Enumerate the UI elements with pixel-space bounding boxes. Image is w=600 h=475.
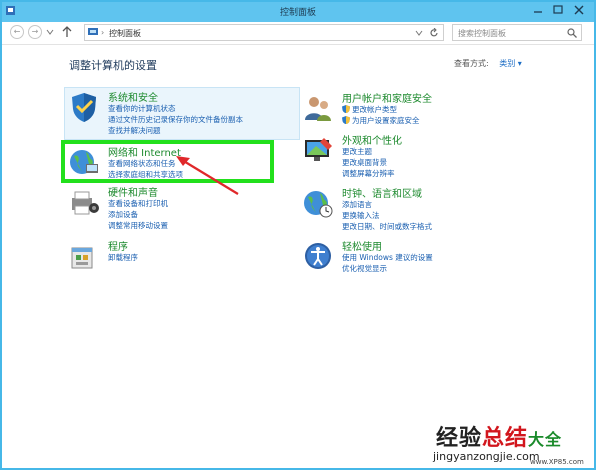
- category-link[interactable]: 优化视觉显示: [342, 263, 387, 274]
- watermark: 经验总结大全: [436, 420, 562, 452]
- category-link[interactable]: 使用 Windows 建议的设置: [342, 252, 433, 263]
- category-link[interactable]: 查看设备和打印机: [108, 198, 168, 209]
- uac-shield-icon: [342, 105, 350, 113]
- maximize-button[interactable]: [550, 3, 566, 17]
- category-title[interactable]: 用户帐户和家庭安全: [342, 90, 432, 105]
- title-bar[interactable]: 控制面板: [2, 2, 594, 22]
- control-panel-window: 控制面板 ← → › 控制面板 搜索控制面板 调整计算机的设置 查看方式: 类别…: [0, 0, 596, 470]
- category-appearance: 外观和个性化 更改主题 更改桌面背景 调整屏幕分辨率: [302, 132, 502, 179]
- category-programs: 程序 卸载程序: [68, 238, 278, 272]
- watermark-text: 总结: [482, 426, 529, 451]
- category-clock-language: 时钟、语言和区域 添加语言 更换输入法 更改日期、时间或数字格式: [302, 185, 502, 232]
- address-bar[interactable]: › 控制面板: [84, 24, 444, 41]
- green-highlight-box: [61, 140, 274, 183]
- close-button[interactable]: [568, 3, 590, 17]
- programs-icon: [71, 247, 93, 269]
- category-link[interactable]: 调整常用移动设置: [108, 220, 168, 231]
- control-panel-icon: [88, 28, 98, 35]
- view-by: 查看方式: 类别 ▾: [454, 58, 522, 69]
- category-link[interactable]: 为用户设置家庭安全: [352, 115, 420, 126]
- category-ease-of-access: 轻松使用 使用 Windows 建议的设置 优化视觉显示: [302, 238, 502, 274]
- category-title[interactable]: 程序: [108, 238, 128, 253]
- category-link[interactable]: 添加语言: [342, 199, 372, 210]
- watermark-text: 大全: [528, 430, 563, 449]
- category-link[interactable]: 通过文件历史记录保存你的文件备份副本: [108, 114, 243, 125]
- category-title[interactable]: 时钟、语言和区域: [342, 185, 422, 200]
- chevron-down-icon[interactable]: [415, 30, 423, 36]
- category-user-accounts: 用户帐户和家庭安全 更改帐户类型 为用户设置家庭安全: [302, 90, 502, 130]
- minimize-button[interactable]: [530, 3, 546, 17]
- chevron-down-icon[interactable]: ▾: [518, 59, 522, 68]
- category-link[interactable]: 更改桌面背景: [342, 157, 387, 168]
- forward-button[interactable]: →: [28, 25, 42, 39]
- appearance-icon: [305, 138, 332, 161]
- globe-clock-icon: [304, 191, 333, 218]
- category-link[interactable]: 调整屏幕分辨率: [342, 168, 395, 179]
- category-link[interactable]: 查找并解决问题: [108, 125, 161, 136]
- view-by-label: 查看方式:: [454, 59, 489, 68]
- category-link[interactable]: 更改帐户类型: [352, 104, 397, 115]
- back-button[interactable]: ←: [10, 25, 24, 39]
- category-link[interactable]: 卸载程序: [108, 252, 138, 263]
- category-title[interactable]: 轻松使用: [342, 238, 382, 253]
- uac-shield-icon: [342, 116, 350, 124]
- search-icon[interactable]: [567, 28, 577, 38]
- view-by-dropdown[interactable]: 类别: [499, 59, 515, 68]
- category-title[interactable]: 系统和安全: [108, 89, 158, 104]
- category-link[interactable]: 更改主题: [342, 146, 372, 157]
- category-title[interactable]: 硬件和声音: [108, 184, 158, 199]
- watermark-text: 经验: [436, 426, 483, 451]
- window-title: 控制面板: [279, 8, 316, 18]
- category-link[interactable]: 更换输入法: [342, 210, 380, 221]
- up-arrow-icon[interactable]: [62, 26, 72, 38]
- category-system-security: 系统和安全 查看你的计算机状态 通过文件历史记录保存你的文件备份副本 查找并解决…: [68, 89, 298, 137]
- watermark-url: jingyanzongjie.com: [433, 450, 540, 463]
- shield-icon: [72, 93, 96, 122]
- category-link[interactable]: 添加设备: [108, 209, 138, 220]
- category-link[interactable]: 查看你的计算机状态: [108, 103, 176, 114]
- watermark-url: www.XP85.com: [530, 458, 584, 466]
- category-link[interactable]: 更改日期、时间或数字格式: [342, 221, 432, 232]
- breadcrumb-separator: ›: [101, 28, 105, 37]
- address-toolbar: ← → › 控制面板 搜索控制面板: [2, 22, 594, 45]
- page-title: 调整计算机的设置: [69, 59, 157, 72]
- breadcrumb[interactable]: 控制面板: [109, 28, 141, 39]
- ease-of-access-icon: [305, 243, 331, 269]
- printer-icon: [72, 191, 99, 215]
- search-input[interactable]: 搜索控制面板: [452, 24, 582, 41]
- category-title[interactable]: 外观和个性化: [342, 132, 402, 147]
- red-arrow-annotation: [176, 156, 239, 195]
- refresh-icon[interactable]: [429, 28, 439, 38]
- users-icon: [305, 97, 331, 121]
- chevron-down-icon[interactable]: [46, 28, 54, 36]
- search-placeholder: 搜索控制面板: [458, 29, 506, 38]
